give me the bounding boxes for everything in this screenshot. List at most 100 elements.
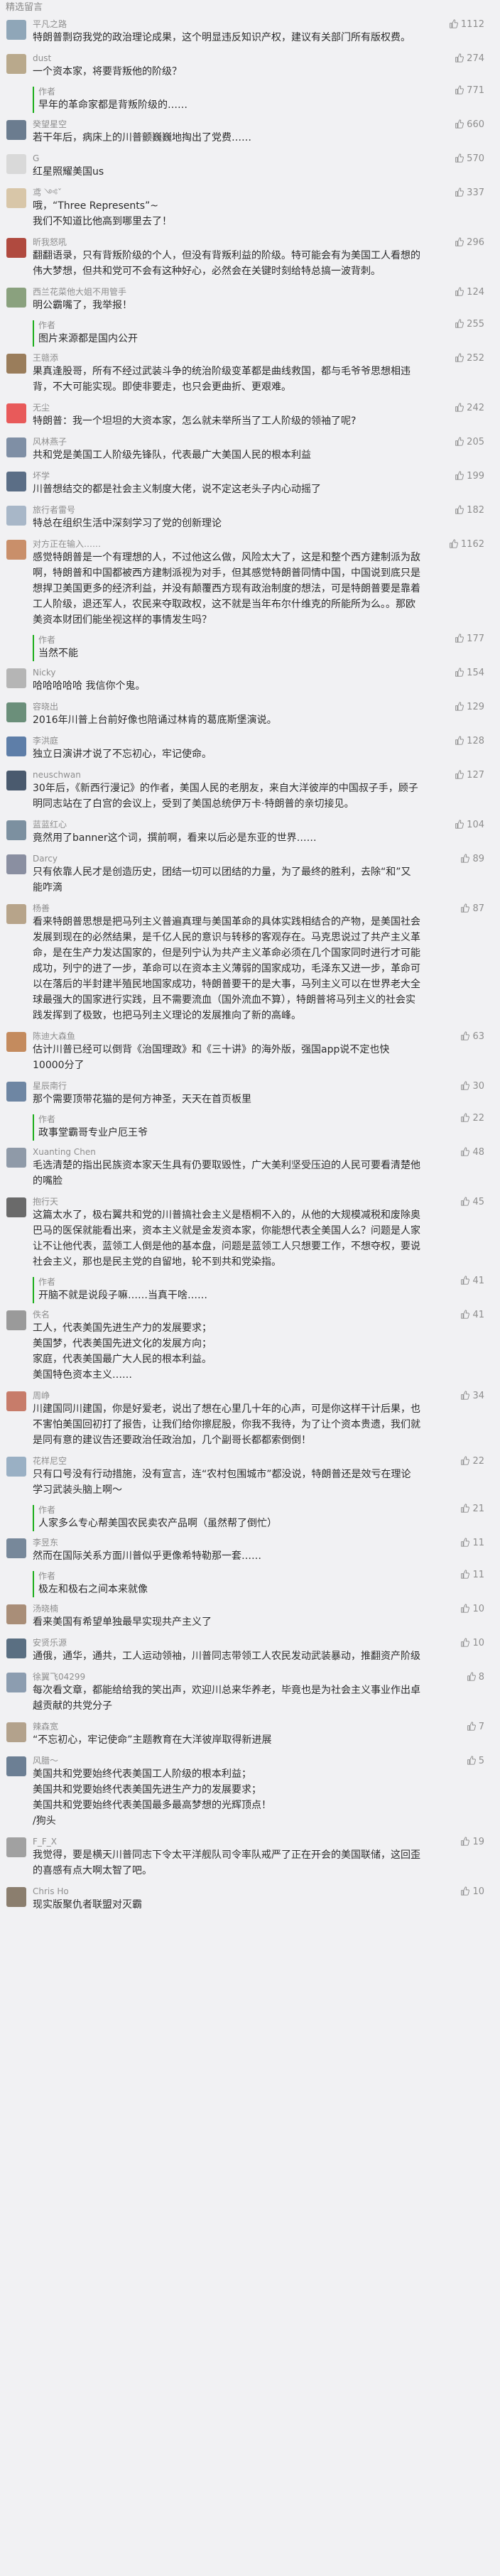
commenter-name[interactable]: 风腊～: [33, 1755, 420, 1766]
like-button[interactable]: 5: [467, 1756, 484, 1767]
user-avatar[interactable]: [6, 1638, 26, 1658]
commenter-name[interactable]: 坏学: [33, 470, 420, 482]
like-button[interactable]: 87: [460, 903, 484, 915]
commenter-name[interactable]: 容晓出: [33, 701, 420, 712]
like-button[interactable]: 48: [460, 1147, 484, 1158]
like-button[interactable]: 127: [455, 770, 484, 781]
user-avatar[interactable]: [6, 904, 26, 924]
user-avatar[interactable]: [6, 1391, 26, 1411]
user-avatar[interactable]: [6, 354, 26, 374]
commenter-name[interactable]: 星辰南行: [33, 1080, 420, 1092]
like-button[interactable]: 104: [455, 820, 484, 831]
commenter-name[interactable]: 王赣添: [33, 352, 420, 364]
like-button[interactable]: 129: [455, 702, 484, 713]
user-avatar[interactable]: [6, 1604, 26, 1624]
like-button[interactable]: 41: [460, 1310, 484, 1321]
commenter-name[interactable]: dust: [33, 53, 420, 64]
like-button[interactable]: 21: [460, 1504, 484, 1515]
like-button[interactable]: 182: [455, 505, 484, 516]
commenter-name[interactable]: 李昱东: [33, 1537, 420, 1548]
like-button[interactable]: 41: [460, 1276, 484, 1287]
like-button[interactable]: 11: [460, 1538, 484, 1549]
user-avatar[interactable]: [6, 1148, 26, 1168]
user-avatar[interactable]: [6, 1032, 26, 1052]
like-button[interactable]: 274: [455, 53, 484, 65]
commenter-name[interactable]: 对方正在输入……: [33, 538, 420, 550]
user-avatar[interactable]: [6, 1538, 26, 1558]
like-button[interactable]: 337: [455, 188, 484, 199]
like-button[interactable]: 63: [460, 1031, 484, 1043]
like-button[interactable]: 22: [460, 1113, 484, 1124]
user-avatar[interactable]: [6, 540, 26, 560]
user-avatar[interactable]: [6, 1673, 26, 1692]
user-avatar[interactable]: [6, 771, 26, 790]
user-avatar[interactable]: [6, 854, 26, 874]
commenter-name[interactable]: Xuanting Chen: [33, 1146, 420, 1158]
commenter-name[interactable]: 昕我怒吼: [33, 237, 420, 248]
like-button[interactable]: 22: [460, 1456, 484, 1467]
like-button[interactable]: 34: [460, 1391, 484, 1402]
like-button[interactable]: 1112: [449, 19, 484, 31]
like-button[interactable]: 177: [455, 634, 484, 645]
like-button[interactable]: 30: [460, 1081, 484, 1092]
user-avatar[interactable]: [6, 1887, 26, 1907]
like-button[interactable]: 199: [455, 471, 484, 482]
commenter-name[interactable]: 陈迪大森鱼: [33, 1031, 420, 1042]
commenter-name[interactable]: 西兰花菜他大姐不用管手: [33, 286, 420, 298]
commenter-name[interactable]: 蓝蓝红心: [33, 819, 420, 830]
like-button[interactable]: 8: [467, 1672, 484, 1683]
commenter-name[interactable]: 李洪庭: [33, 735, 420, 746]
user-avatar[interactable]: [6, 1837, 26, 1857]
user-avatar[interactable]: [6, 238, 26, 258]
user-avatar[interactable]: [6, 1457, 26, 1477]
commenter-name[interactable]: 杨善: [33, 903, 420, 914]
commenter-name[interactable]: G: [33, 153, 420, 164]
like-button[interactable]: 124: [455, 287, 484, 298]
commenter-name[interactable]: 佚名: [33, 1309, 420, 1320]
like-button[interactable]: 11: [460, 1570, 484, 1581]
commenter-name[interactable]: Darcy: [33, 853, 420, 864]
user-avatar[interactable]: [6, 820, 26, 840]
like-button[interactable]: 296: [455, 237, 484, 249]
commenter-name[interactable]: 徐翼飞04299: [33, 1671, 420, 1683]
like-button[interactable]: 242: [455, 403, 484, 414]
commenter-name[interactable]: 辣森宽: [33, 1721, 420, 1732]
like-button[interactable]: 205: [455, 437, 484, 448]
commenter-name[interactable]: 风林燕子: [33, 436, 420, 447]
commenter-name[interactable]: 旅行者雷号: [33, 504, 420, 516]
like-button[interactable]: 660: [455, 119, 484, 131]
user-avatar[interactable]: [6, 1082, 26, 1102]
like-button[interactable]: 771: [455, 85, 484, 97]
like-button[interactable]: 7: [467, 1722, 484, 1733]
like-button[interactable]: 252: [455, 353, 484, 364]
user-avatar[interactable]: [6, 403, 26, 423]
user-avatar[interactable]: [6, 188, 26, 208]
like-button[interactable]: 10: [460, 1886, 484, 1898]
commenter-name[interactable]: Chris Ho: [33, 1886, 420, 1897]
like-button[interactable]: 45: [460, 1197, 484, 1208]
user-avatar[interactable]: [6, 702, 26, 722]
commenter-name[interactable]: 鸢 ༺ˇ: [33, 187, 420, 198]
like-button[interactable]: 10: [460, 1604, 484, 1615]
like-button[interactable]: 89: [460, 854, 484, 865]
commenter-name[interactable]: 平凡之路: [33, 18, 420, 30]
user-avatar[interactable]: [6, 1756, 26, 1776]
commenter-name[interactable]: 癸望星空: [33, 119, 420, 130]
commenter-name[interactable]: 安贤乐源: [33, 1637, 420, 1648]
user-avatar[interactable]: [6, 1310, 26, 1330]
user-avatar[interactable]: [6, 737, 26, 756]
user-avatar[interactable]: [6, 668, 26, 688]
like-button[interactable]: 19: [460, 1837, 484, 1848]
user-avatar[interactable]: [6, 54, 26, 74]
commenter-name[interactable]: Nicky: [33, 667, 420, 678]
user-avatar[interactable]: [6, 438, 26, 457]
user-avatar[interactable]: [6, 20, 26, 40]
commenter-name[interactable]: 抱行天: [33, 1196, 420, 1207]
user-avatar[interactable]: [6, 472, 26, 491]
user-avatar[interactable]: [6, 1722, 26, 1742]
commenter-name[interactable]: neuschwan: [33, 769, 420, 781]
commenter-name[interactable]: F_F_X: [33, 1836, 420, 1847]
like-button[interactable]: 128: [455, 736, 484, 747]
commenter-name[interactable]: 无尘: [33, 402, 420, 413]
like-button[interactable]: 10: [460, 1638, 484, 1649]
